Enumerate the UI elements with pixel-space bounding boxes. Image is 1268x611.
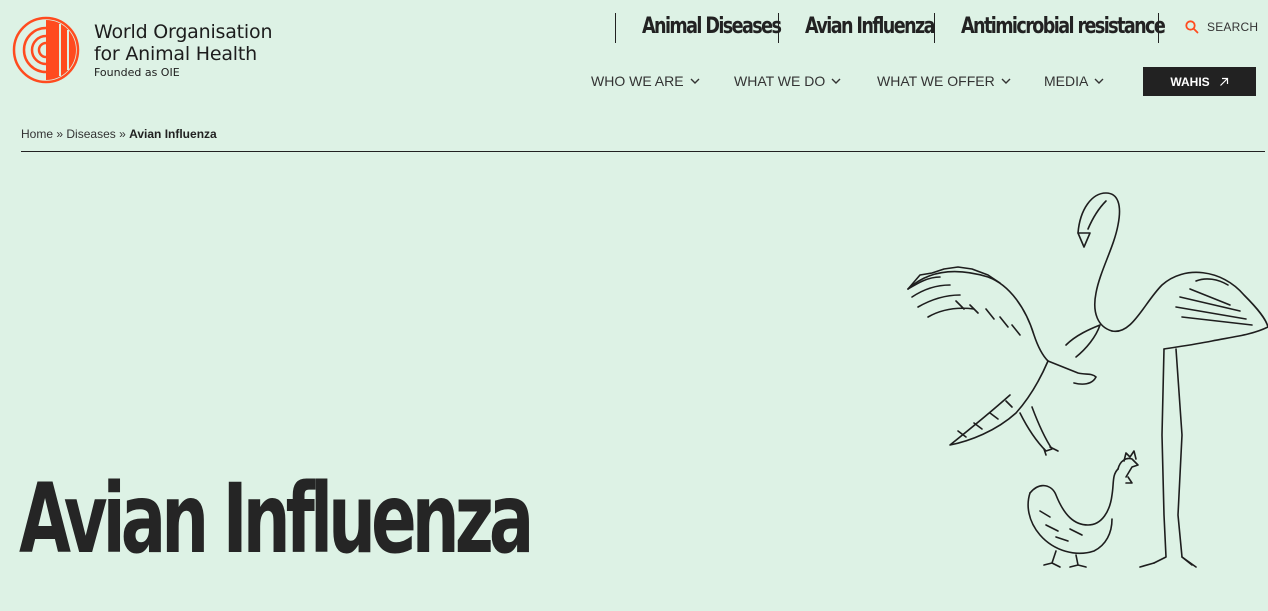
nav-label: MEDIA: [1044, 73, 1089, 89]
wahis-label: WAHIS: [1170, 74, 1210, 89]
main-nav: WHO WE ARE WHAT WE DO WHAT WE OFFER MEDI…: [591, 73, 1104, 89]
external-arrow-icon: [1219, 77, 1228, 86]
wahis-button[interactable]: WAHIS: [1143, 67, 1256, 96]
woah-logo[interactable]: World Organisation for Animal Health Fou…: [12, 15, 272, 85]
birds-illustration: [907, 192, 1268, 568]
breadcrumb: Home » Diseases » Avian Influenza: [21, 127, 217, 141]
brand-name-line2: for Animal Health: [94, 42, 257, 65]
breadcrumb-separator: »: [119, 127, 126, 141]
breadcrumb-separator: »: [56, 127, 64, 141]
nav-what-we-do[interactable]: WHAT WE DO: [734, 73, 877, 89]
flamingo-drawing: [1077, 192, 1268, 568]
page-title: Avian Influenza: [19, 463, 534, 575]
brand-tagline: Founded as OIE: [94, 65, 180, 79]
hawk-drawing: [907, 266, 1101, 456]
quick-link-animal-diseases[interactable]: Animal Diseases: [642, 14, 782, 39]
quick-link-separator: [615, 13, 616, 43]
chicken-drawing: [1027, 450, 1139, 568]
nav-label: WHO WE ARE: [591, 73, 684, 89]
brand-name-line1: World Organisation: [94, 20, 273, 43]
search-label: SEARCH: [1207, 20, 1259, 34]
chevron-down-icon: [690, 78, 700, 84]
breadcrumb-diseases[interactable]: Diseases: [66, 127, 115, 141]
woah-emblem-icon: [12, 16, 80, 84]
nav-label: WHAT WE DO: [734, 73, 826, 89]
nav-who-we-are[interactable]: WHO WE ARE: [591, 73, 734, 89]
quick-link-separator: [934, 13, 935, 43]
nav-label: WHAT WE OFFER: [877, 73, 995, 89]
chevron-down-icon: [1001, 78, 1011, 84]
nav-what-we-offer[interactable]: WHAT WE OFFER: [877, 73, 1044, 89]
quick-link-avian-influenza[interactable]: Avian Influenza: [805, 14, 936, 39]
chevron-down-icon: [831, 78, 841, 84]
chevron-down-icon: [1094, 78, 1104, 84]
breadcrumb-current: Avian Influenza: [129, 127, 217, 141]
search-icon: [1185, 20, 1199, 34]
breadcrumb-divider: [21, 151, 1265, 152]
breadcrumb-home[interactable]: Home: [21, 127, 53, 141]
search-button[interactable]: SEARCH: [1185, 20, 1258, 34]
quick-link-antimicrobial-resistance[interactable]: Antimicrobial resistance: [961, 14, 1166, 39]
nav-media[interactable]: MEDIA: [1044, 73, 1104, 89]
